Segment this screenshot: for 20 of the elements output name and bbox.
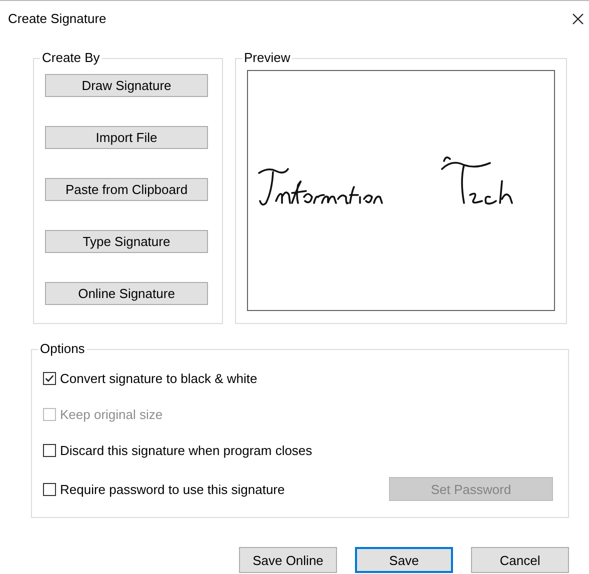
dialog-button[interactable]: Save Online <box>239 547 337 573</box>
window-title: Create Signature <box>8 11 106 26</box>
checkbox-label: Keep original size <box>60 406 163 422</box>
checkbox-label: Convert signature to black & white <box>60 370 258 386</box>
close-icon[interactable] <box>572 12 584 24</box>
checkbox-label: Require password to use this signature <box>60 482 285 496</box>
group-title: Preview <box>243 51 292 65</box>
dialog-button[interactable]: Save <box>355 547 453 573</box>
create-button[interactable]: Type Signature <box>45 230 208 253</box>
create-button[interactable]: Online Signature <box>45 282 208 305</box>
create-button[interactable]: Paste from Clipboard <box>45 178 208 201</box>
group-title: Create By <box>41 51 101 65</box>
group-title: Options <box>39 342 86 356</box>
checkbox-label: Discard this signature when program closes <box>60 442 312 458</box>
checkbox[interactable] <box>43 372 56 384</box>
dialog-button[interactable]: Cancel <box>471 547 569 573</box>
checkbox[interactable] <box>43 444 56 456</box>
create-button[interactable]: Import File <box>45 126 208 149</box>
checkbox[interactable] <box>43 482 56 496</box>
create-button[interactable]: Draw Signature <box>45 74 208 97</box>
